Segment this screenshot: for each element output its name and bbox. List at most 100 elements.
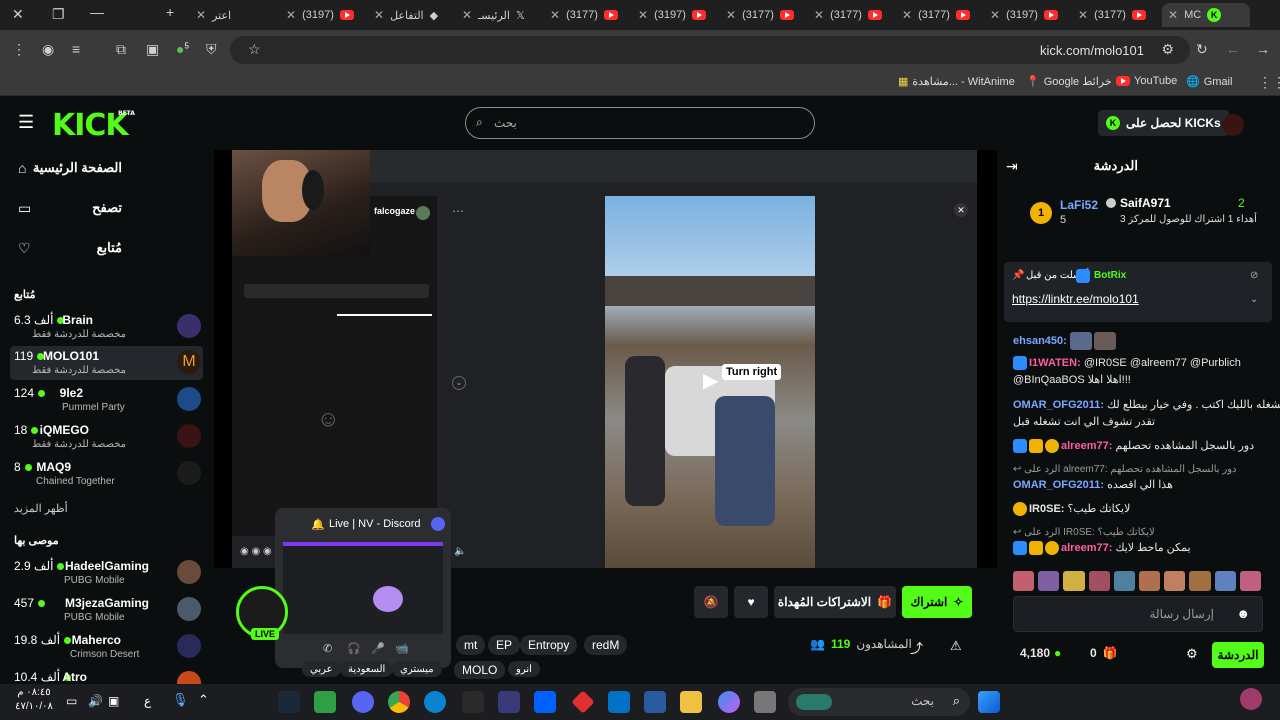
emote-icon[interactable]: [1189, 571, 1211, 591]
hamburger-menu-icon[interactable]: ☰: [18, 112, 34, 133]
video-camera-icon[interactable]: 📹: [395, 642, 409, 655]
nav-home[interactable]: الصفحة الرئيسية: [33, 160, 122, 176]
sidebar-channel-brain[interactable]: 6.3 ألف Brain مخصصة للدردشة فقط: [10, 310, 203, 344]
dropbox-icon[interactable]: [534, 691, 556, 713]
emote-icon[interactable]: [1214, 571, 1236, 591]
tag[interactable]: عربي: [302, 661, 341, 677]
emote-icon[interactable]: [1239, 571, 1262, 591]
kick-logo[interactable]: KICK BETA: [52, 108, 135, 143]
app-icon[interactable]: [314, 691, 336, 713]
tab-1[interactable]: ✕ (3197): [280, 3, 360, 27]
chat-message-input[interactable]: إرسال رسالة ☻: [1013, 596, 1263, 632]
subscribe-button[interactable]: اشتراك ✧: [902, 586, 972, 618]
close-window-icon[interactable]: ✕: [12, 6, 24, 23]
tag[interactable]: EP: [488, 635, 521, 655]
tab-7[interactable]: ✕ (3177): [808, 3, 888, 27]
sidebar-channel-maq9[interactable]: 8 MAQ9 Chained Together: [10, 457, 203, 491]
emote-icon[interactable]: [1063, 571, 1085, 591]
close-icon[interactable]: ✕: [1078, 8, 1088, 22]
network-icon[interactable]: ▣: [108, 694, 119, 708]
emote-icon[interactable]: [1038, 571, 1060, 591]
tab-10[interactable]: ✕ (3177): [1072, 3, 1152, 27]
steam-icon[interactable]: [278, 691, 300, 713]
copilot-icon[interactable]: [718, 691, 740, 713]
nav-browse[interactable]: تصفح: [92, 200, 122, 216]
tag[interactable]: MOLO: [454, 661, 506, 679]
tag[interactable]: Entropy: [520, 635, 578, 655]
address-bar[interactable]: ☆ kick.com/molo101 ⚙: [230, 36, 1190, 64]
nav-following[interactable]: مُتابع: [97, 240, 122, 256]
bookmark-youtube[interactable]: YouTube: [1116, 75, 1177, 87]
media-control-icon[interactable]: ≡: [72, 41, 80, 57]
bookmark-gmail[interactable]: 🌐 Gmail: [1186, 75, 1232, 89]
apps-grid-icon[interactable]: ⋮⋮: [1258, 74, 1280, 91]
search-input[interactable]: ⌕ بحث: [465, 107, 815, 139]
app-icon[interactable]: [498, 691, 520, 713]
forward-icon[interactable]: ←: [1226, 41, 1240, 57]
tab-active-kick[interactable]: ✕ MC K: [1162, 3, 1250, 27]
collapse-chat-icon[interactable]: ⇥: [1006, 158, 1018, 175]
user-avatar[interactable]: [1222, 114, 1244, 136]
sidebar-channel-maherco[interactable]: 19.8 ألف Maherco Crimson Desert: [10, 630, 203, 664]
new-tab-icon[interactable]: +: [166, 4, 174, 20]
tab-4[interactable]: ✕ (3177): [544, 3, 624, 27]
tag[interactable]: mt: [456, 635, 486, 655]
close-icon[interactable]: ✕: [374, 8, 384, 22]
file-explorer-icon[interactable]: [680, 691, 702, 713]
sidebar-channel-iqmego[interactable]: 18 iQMEGO مخصصة للدردشة فقط: [10, 420, 203, 454]
taskbar-search[interactable]: بحث ⌕: [788, 688, 970, 716]
extension-badge-icon[interactable]: ●5: [176, 41, 189, 57]
report-warning-icon[interactable]: ⚠: [950, 638, 962, 654]
follow-heart-button[interactable]: ♥: [734, 586, 768, 618]
chevron-down-icon[interactable]: ⌄: [1250, 294, 1258, 305]
chevron-up-icon[interactable]: ⌃: [198, 692, 209, 708]
chevron-down-icon[interactable]: ⌄: [452, 376, 466, 390]
extensions-puzzle-icon[interactable]: ⧉: [116, 41, 126, 58]
pinned-link[interactable]: https://linktr.ee/molo101: [1012, 292, 1139, 306]
emote-icon[interactable]: [1013, 571, 1035, 591]
tiktok-video[interactable]: ▶: [605, 196, 815, 568]
close-icon[interactable]: ✕: [462, 8, 472, 22]
emoji-icon[interactable]: ☻: [1236, 606, 1250, 621]
back-icon[interactable]: →: [1256, 41, 1270, 57]
tab-2[interactable]: ✕ التفاعل ◆: [368, 3, 444, 27]
battery-icon[interactable]: ▭: [66, 694, 77, 708]
reload-icon[interactable]: ↻: [1196, 41, 1208, 58]
discord-popup[interactable]: 🔔 Live | NV - Discord ✆ 🎧 🎤 📹: [275, 508, 451, 668]
emote-icon[interactable]: [1113, 571, 1136, 591]
close-icon[interactable]: ✕: [902, 8, 912, 22]
windows-start-icon[interactable]: [978, 691, 1000, 713]
epic-games-icon[interactable]: [462, 691, 484, 713]
bookmark-witanime[interactable]: ▦ مشاهدة... - WitAnime: [898, 75, 1015, 88]
tab-3[interactable]: ✕ الرئيسـ 𝕏: [456, 3, 531, 27]
get-kicks-button[interactable]: K لحصل على KICKs: [1098, 110, 1229, 136]
tag[interactable]: السعودية: [340, 661, 394, 677]
edge-icon[interactable]: [424, 691, 446, 713]
clock[interactable]: ٠٨:٤٥ م ٤٧/١٠/٠٨: [14, 686, 54, 714]
app-icon[interactable]: [754, 691, 776, 713]
close-icon[interactable]: ✕: [638, 8, 648, 22]
store-icon[interactable]: [644, 691, 666, 713]
volume-icon[interactable]: 🔈: [454, 546, 466, 557]
mic-icon[interactable]: 🎤: [371, 642, 385, 655]
unpin-icon[interactable]: ⊘: [1250, 270, 1258, 281]
tag[interactable]: ميستري: [392, 661, 442, 677]
show-more-link[interactable]: أظهر المزيد: [14, 502, 68, 515]
tab-5[interactable]: ✕ (3197): [632, 3, 712, 27]
notifications-button[interactable]: 🔕: [694, 586, 728, 618]
volume-icon[interactable]: 🔊: [88, 694, 103, 708]
close-icon[interactable]: ✕: [1168, 8, 1178, 22]
menu-dots-icon[interactable]: ⋮: [12, 41, 26, 58]
discord-taskbar-icon[interactable]: [352, 691, 374, 713]
extension-icon[interactable]: ◉: [42, 41, 54, 58]
bookmark-star-icon[interactable]: ☆: [248, 41, 261, 58]
play-icon[interactable]: ▶: [703, 368, 718, 393]
more-options-icon[interactable]: ⋯: [452, 204, 464, 218]
restore-window-icon[interactable]: ❐: [52, 6, 65, 23]
tab-0[interactable]: ✕ اعتر: [190, 3, 237, 27]
tab-9[interactable]: ✕ (3197): [984, 3, 1064, 27]
close-icon[interactable]: ✕: [954, 203, 968, 217]
close-icon[interactable]: ✕: [990, 8, 1000, 22]
channel-points[interactable]: 0 🎁: [1090, 646, 1118, 660]
headphones-icon[interactable]: 🎧: [347, 642, 361, 655]
